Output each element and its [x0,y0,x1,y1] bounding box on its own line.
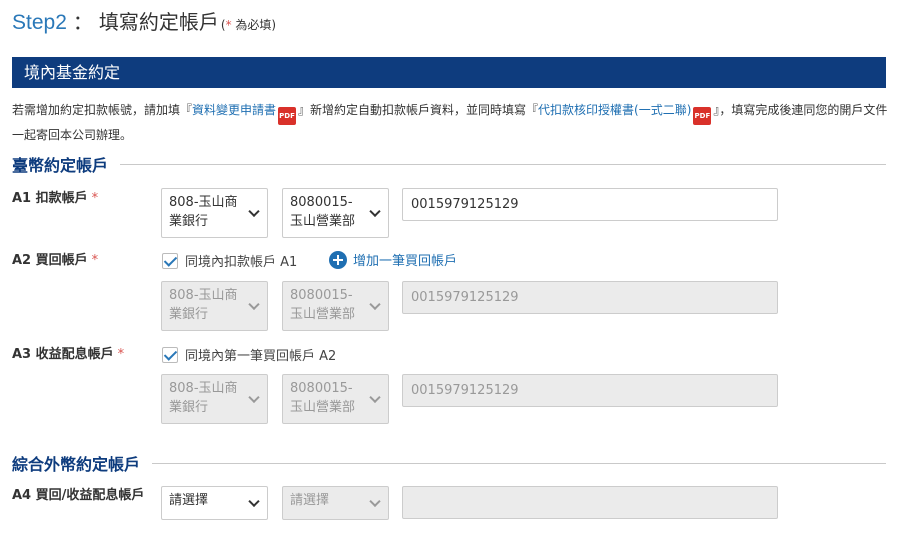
required-star: * [117,347,125,362]
required-star: * [91,191,99,206]
chevron-down-icon [248,298,260,311]
a2-same-as-a1-checkbox[interactable]: 同境內扣款帳戶 A1 [162,251,297,270]
a1-label: A1 扣款帳戶 * [12,191,99,206]
authorization-form-link[interactable]: 代扣款核印授權書(一式二聯) [538,103,691,117]
a4-branch-select: 請選擇 [282,486,389,520]
a4-label: A4 買回/收益配息帳戶 [12,488,145,503]
step-title-text: 填寫約定帳戶 [98,10,219,34]
a2-branch-select: 8080015-玉山營業部 [282,281,389,331]
chevron-down-icon [248,205,260,218]
instructions-text: 若需增加約定扣款帳號，請加填『資料變更申請書 PDF 』新增約定自動扣款帳戶資料，並… [12,103,888,142]
a1-account-input[interactable]: 0015979125129 [402,188,778,221]
page-title: Step2 ： 填寫約定帳戶 (* 為必填) [12,6,276,36]
a3-same-as-a2-checkbox[interactable]: 同境內第一筆買回帳戶 A2 [162,345,336,364]
chevron-down-icon [369,391,381,404]
chevron-down-icon [369,298,381,311]
change-request-form-link[interactable]: 資料變更申請書 [192,103,276,117]
chevron-down-icon [248,495,260,508]
a1-branch-select[interactable]: 8080015-玉山營業部 [282,188,389,238]
a2-account-input: 0015979125129 [402,281,778,314]
divider [120,163,886,165]
a1-bank-select[interactable]: 808-玉山商業銀行 [161,188,268,238]
a2-bank-select: 808-玉山商業銀行 [161,281,268,331]
pdf-icon[interactable]: PDF [278,107,297,125]
foreign-accounts-heading: 綜合外幣約定帳戶 [12,451,886,475]
checkbox-checked-icon[interactable] [162,252,178,269]
pdf-icon[interactable]: PDF [693,107,712,125]
a4-bank-select[interactable]: 請選擇 [161,486,268,520]
a4-account-input [402,486,778,519]
checkbox-checked-icon[interactable] [162,346,178,363]
section-header: 境內基金約定 [12,57,886,88]
chevron-down-icon [248,391,260,404]
plus-circle-icon[interactable] [329,250,347,269]
required-star: * [91,253,99,268]
a3-bank-select: 808-玉山商業銀行 [161,374,268,424]
step-colon: ： [72,10,93,34]
required-note: (* 為必填) [220,18,277,32]
step-number: Step2 [12,11,67,34]
a3-branch-select: 8080015-玉山營業部 [282,374,389,424]
twd-accounts-heading: 臺幣約定帳戶 [12,152,886,176]
a3-label: A3 收益配息帳戶 * [12,347,125,362]
a3-account-input: 0015979125129 [402,374,778,407]
divider [152,462,886,464]
chevron-down-icon [369,205,381,218]
add-redemption-account-link[interactable]: 增加一筆買回帳戶 [329,250,457,269]
chevron-down-icon [369,495,381,508]
a2-label: A2 買回帳戶 * [12,253,99,268]
